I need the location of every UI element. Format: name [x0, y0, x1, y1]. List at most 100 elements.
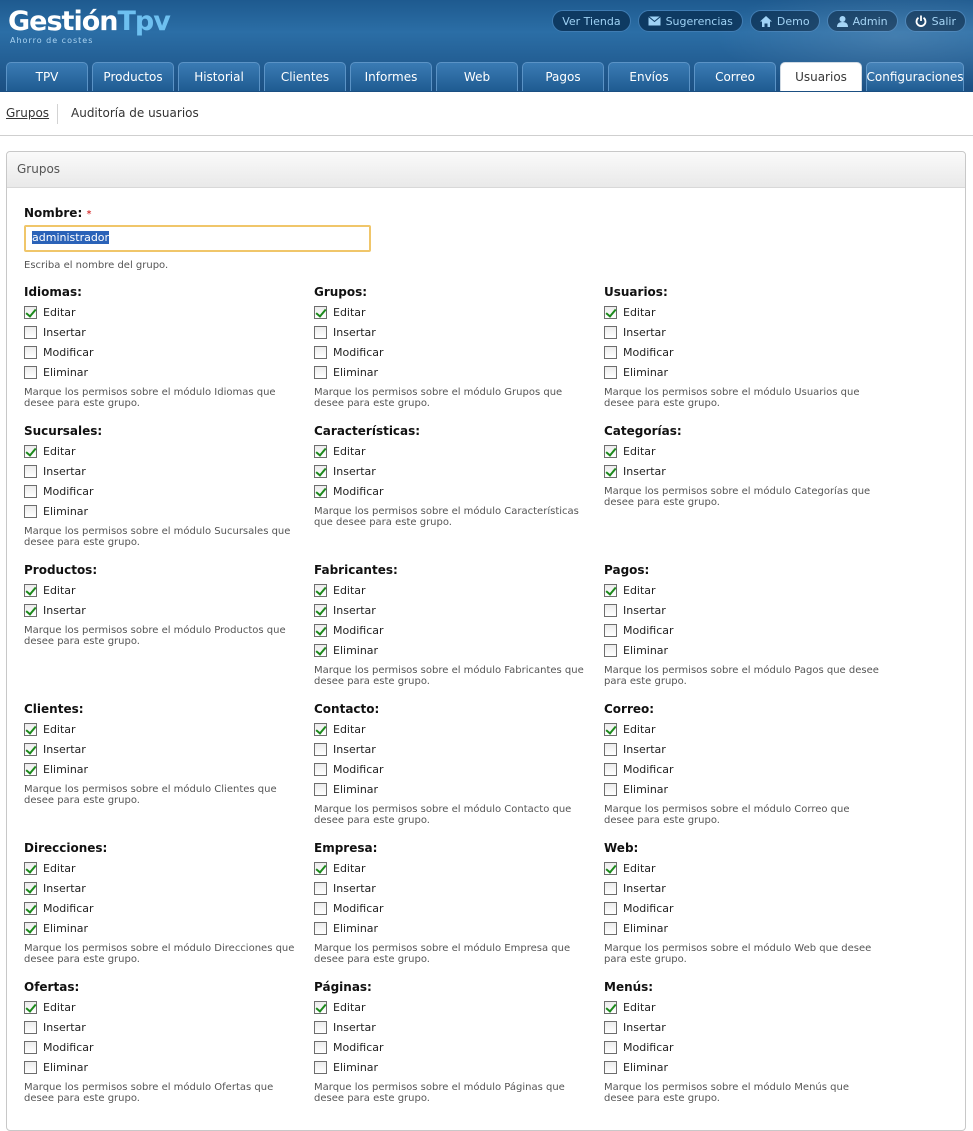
- permission-checkbox[interactable]: [604, 345, 617, 359]
- permission-checkbox[interactable]: [314, 901, 327, 915]
- permission-checkbox[interactable]: [604, 722, 617, 736]
- tab-usuarios[interactable]: Usuarios: [780, 62, 862, 91]
- permission-checkbox[interactable]: [314, 1040, 327, 1054]
- permission-row[interactable]: Eliminar: [314, 362, 594, 382]
- permission-checkbox[interactable]: [314, 742, 327, 756]
- permission-row[interactable]: Editar: [604, 997, 884, 1017]
- permission-row[interactable]: Insertar: [24, 461, 304, 481]
- permission-checkbox[interactable]: [314, 1020, 327, 1034]
- permission-checkbox[interactable]: [604, 1020, 617, 1034]
- permission-row[interactable]: Editar: [24, 302, 304, 322]
- permission-row[interactable]: Eliminar: [314, 1057, 594, 1077]
- permission-checkbox[interactable]: [604, 305, 617, 319]
- permission-checkbox[interactable]: [604, 861, 617, 875]
- permission-row[interactable]: Editar: [314, 302, 594, 322]
- permission-checkbox[interactable]: [314, 603, 327, 617]
- permission-checkbox[interactable]: [314, 583, 327, 597]
- permission-row[interactable]: Modificar: [604, 898, 884, 918]
- permission-row[interactable]: Editar: [314, 580, 594, 600]
- permission-row[interactable]: Editar: [604, 302, 884, 322]
- permission-checkbox[interactable]: [604, 464, 617, 478]
- permission-checkbox[interactable]: [24, 583, 37, 597]
- permission-row[interactable]: Editar: [24, 441, 304, 461]
- admin-link[interactable]: Admin: [826, 10, 898, 32]
- permission-checkbox[interactable]: [314, 623, 327, 637]
- tab-correo[interactable]: Correo: [694, 62, 776, 91]
- permission-checkbox[interactable]: [24, 1060, 37, 1074]
- permission-checkbox[interactable]: [314, 782, 327, 796]
- subnav-link-auditoria[interactable]: Auditoría de usuarios: [71, 106, 199, 120]
- permission-checkbox[interactable]: [314, 762, 327, 776]
- permission-checkbox[interactable]: [604, 762, 617, 776]
- permission-checkbox[interactable]: [24, 444, 37, 458]
- permission-row[interactable]: Modificar: [314, 898, 594, 918]
- permission-checkbox[interactable]: [604, 1040, 617, 1054]
- permission-checkbox[interactable]: [24, 921, 37, 935]
- permission-row[interactable]: Insertar: [314, 739, 594, 759]
- permission-row[interactable]: Modificar: [314, 342, 594, 362]
- permission-checkbox[interactable]: [604, 1060, 617, 1074]
- permission-row[interactable]: Modificar: [604, 620, 884, 640]
- permission-row[interactable]: Editar: [314, 441, 594, 461]
- permission-checkbox[interactable]: [314, 861, 327, 875]
- permission-row[interactable]: Insertar: [24, 878, 304, 898]
- permission-row[interactable]: Insertar: [604, 322, 884, 342]
- permission-checkbox[interactable]: [24, 325, 37, 339]
- permission-checkbox[interactable]: [24, 1020, 37, 1034]
- permission-checkbox[interactable]: [24, 861, 37, 875]
- permission-row[interactable]: Editar: [24, 719, 304, 739]
- permission-checkbox[interactable]: [604, 603, 617, 617]
- permission-row[interactable]: Insertar: [314, 1017, 594, 1037]
- permission-row[interactable]: Insertar: [604, 739, 884, 759]
- permission-checkbox[interactable]: [24, 603, 37, 617]
- permission-row[interactable]: Modificar: [604, 1037, 884, 1057]
- permission-checkbox[interactable]: [314, 643, 327, 657]
- permission-row[interactable]: Eliminar: [314, 640, 594, 660]
- tab-envios[interactable]: Envíos: [608, 62, 690, 91]
- tab-web[interactable]: Web: [436, 62, 518, 91]
- permission-checkbox[interactable]: [24, 305, 37, 319]
- permission-row[interactable]: Editar: [24, 858, 304, 878]
- tab-historial[interactable]: Historial: [178, 62, 260, 91]
- permission-row[interactable]: Modificar: [604, 342, 884, 362]
- permission-checkbox[interactable]: [314, 921, 327, 935]
- permission-checkbox[interactable]: [24, 722, 37, 736]
- permission-row[interactable]: Modificar: [314, 759, 594, 779]
- permission-checkbox[interactable]: [24, 1000, 37, 1014]
- permission-row[interactable]: Modificar: [314, 620, 594, 640]
- permission-checkbox[interactable]: [314, 444, 327, 458]
- permission-checkbox[interactable]: [604, 444, 617, 458]
- permission-row[interactable]: Insertar: [24, 739, 304, 759]
- permission-row[interactable]: Editar: [604, 580, 884, 600]
- permission-checkbox[interactable]: [604, 583, 617, 597]
- permission-row[interactable]: Insertar: [314, 600, 594, 620]
- permission-checkbox[interactable]: [314, 1060, 327, 1074]
- permission-row[interactable]: Insertar: [604, 461, 884, 481]
- permission-checkbox[interactable]: [24, 464, 37, 478]
- permission-checkbox[interactable]: [314, 881, 327, 895]
- subnav-link-grupos[interactable]: Grupos: [6, 106, 49, 120]
- tab-tpv[interactable]: TPV: [6, 62, 88, 91]
- tab-pagos[interactable]: Pagos: [522, 62, 604, 91]
- permission-checkbox[interactable]: [24, 901, 37, 915]
- app-logo[interactable]: GestiónTpv Ahorro de costes: [8, 6, 171, 45]
- group-name-input[interactable]: administrador: [24, 225, 371, 252]
- permission-row[interactable]: Eliminar: [24, 362, 304, 382]
- permission-checkbox[interactable]: [604, 643, 617, 657]
- permission-row[interactable]: Eliminar: [24, 918, 304, 938]
- permission-row[interactable]: Modificar: [314, 481, 594, 501]
- tab-productos[interactable]: Productos: [92, 62, 174, 91]
- permission-checkbox[interactable]: [24, 742, 37, 756]
- permission-row[interactable]: Eliminar: [24, 501, 304, 521]
- view-store-link[interactable]: Ver Tienda: [552, 10, 631, 32]
- permission-checkbox[interactable]: [24, 484, 37, 498]
- permission-checkbox[interactable]: [24, 881, 37, 895]
- demo-link[interactable]: Demo: [749, 10, 820, 32]
- permission-row[interactable]: Editar: [24, 997, 304, 1017]
- permission-checkbox[interactable]: [604, 782, 617, 796]
- suggestions-link[interactable]: Sugerencias: [637, 10, 743, 32]
- permission-row[interactable]: Insertar: [314, 878, 594, 898]
- tab-informes[interactable]: Informes: [350, 62, 432, 91]
- permission-row[interactable]: Editar: [314, 719, 594, 739]
- permission-row[interactable]: Editar: [314, 858, 594, 878]
